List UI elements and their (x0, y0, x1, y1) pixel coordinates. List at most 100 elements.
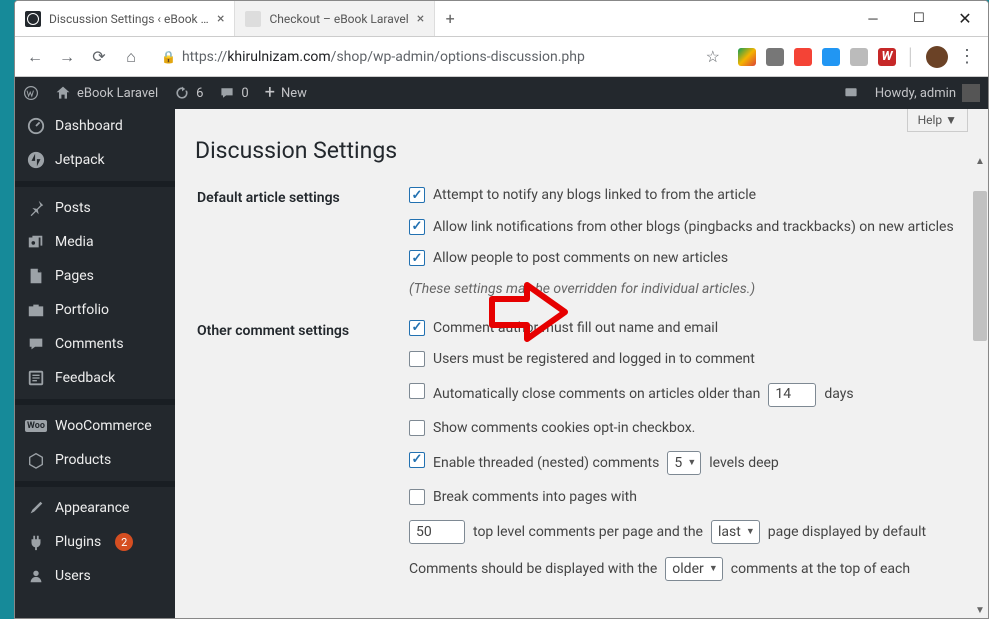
site-favicon (245, 11, 261, 27)
sidebar-item-portfolio[interactable]: Portfolio (15, 293, 175, 327)
media-icon (27, 233, 45, 251)
section-heading: Default article settings (197, 186, 407, 317)
new-content-link[interactable]: + New (257, 77, 315, 109)
close-icon[interactable]: × (417, 11, 424, 27)
browser-tab-1[interactable]: Checkout – eBook Laravel × (235, 1, 435, 36)
updates-count: 6 (196, 86, 203, 101)
updates-link[interactable]: 6 (166, 77, 211, 109)
browser-tab-0[interactable]: Discussion Settings ‹ eBook Lara… × (15, 1, 235, 36)
section-heading: Other comment settings (197, 319, 407, 602)
extension-icons: W │ ⋮ (738, 46, 980, 68)
checkbox-require-name-email[interactable] (409, 320, 425, 336)
option-label: Attempt to notify any blogs linked to fr… (433, 186, 756, 206)
sidebar-item-pages[interactable]: Pages (15, 259, 175, 293)
sidebar-item-appearance[interactable]: Appearance (15, 491, 175, 525)
sidebar-item-label: Posts (55, 200, 91, 216)
help-tab[interactable]: Help ▼ (907, 109, 968, 132)
sidebar-item-plugins[interactable]: Plugins 2 (15, 525, 175, 559)
new-label: New (281, 86, 307, 101)
checkbox-auto-close[interactable] (409, 383, 425, 399)
titlebar: Discussion Settings ‹ eBook Lara… × Chec… (15, 1, 988, 37)
comments-icon (27, 335, 45, 353)
checkbox-threaded[interactable] (409, 452, 425, 468)
portfolio-icon (27, 301, 45, 319)
option-label: days (824, 382, 853, 407)
minimize-button[interactable]: ─ (850, 1, 896, 36)
page-content: eBook Laravel 6 0 + New Howdy, admin (15, 77, 988, 618)
profile-avatar[interactable] (926, 46, 948, 68)
site-name: eBook Laravel (77, 86, 158, 101)
sidebar-item-woocommerce[interactable]: Woo WooCommerce (15, 409, 175, 443)
close-icon[interactable]: × (217, 11, 224, 27)
google-drive-icon[interactable] (738, 48, 756, 66)
comments-count: 0 (241, 86, 248, 101)
checkbox-allow-comments[interactable] (409, 250, 425, 266)
extension-icon[interactable] (794, 48, 812, 66)
sidebar-item-feedback[interactable]: Feedback (15, 361, 175, 395)
window-controls: ─ ☐ ✕ (850, 1, 988, 36)
option-row: Allow link notifications from other blog… (409, 218, 966, 238)
checkbox-notify-blogs[interactable] (409, 187, 425, 203)
vertical-scrollbar[interactable]: ▲ ▼ (972, 153, 988, 618)
wp-logo[interactable] (15, 77, 47, 109)
scroll-down-icon[interactable]: ▼ (972, 602, 988, 618)
sidebar-item-dashboard[interactable]: Dashboard (15, 109, 175, 143)
checkbox-require-registration[interactable] (409, 351, 425, 367)
checkbox-paginate[interactable] (409, 489, 425, 505)
wp-admin-bar: eBook Laravel 6 0 + New Howdy, admin (15, 77, 988, 109)
extension-icon[interactable]: W (878, 48, 896, 66)
browser-menu-icon[interactable]: ⋮ (958, 46, 976, 67)
site-link[interactable]: eBook Laravel (47, 77, 166, 109)
sidebar-item-label: Comments (55, 336, 124, 352)
camera-icon[interactable] (766, 48, 784, 66)
sidebar-item-label: Pages (55, 268, 94, 284)
option-label: Show comments cookies opt-in checkbox. (433, 419, 695, 439)
sidebar-item-label: Dashboard (55, 118, 123, 134)
levels-select[interactable]: 5 (667, 451, 701, 475)
close-window-button[interactable]: ✕ (942, 1, 988, 36)
option-row: Attempt to notify any blogs linked to fr… (409, 186, 966, 206)
main-content: Help ▼ Discussion Settings Default artic… (175, 109, 988, 618)
jetpack-icon (27, 151, 45, 169)
sidebar-item-label: Appearance (55, 500, 129, 516)
days-input[interactable]: 14 (768, 383, 816, 407)
scroll-up-icon[interactable]: ▲ (972, 153, 988, 169)
option-row: Show comments cookies opt-in checkbox. (409, 419, 966, 439)
scroll-thumb[interactable] (973, 191, 987, 341)
sidebar-item-products[interactable]: Products (15, 443, 175, 477)
comments-link[interactable]: 0 (211, 77, 256, 109)
checkbox-cookies-optin[interactable] (409, 420, 425, 436)
sidebar-item-comments[interactable]: Comments (15, 327, 175, 361)
sidebar-item-media[interactable]: Media (15, 225, 175, 259)
url-field[interactable]: 🔒 https://khirulnizam.com/shop/wp-admin/… (151, 42, 730, 72)
option-row: Break comments into pages with (409, 488, 966, 508)
howdy-text: Howdy, admin (875, 86, 956, 101)
per-page-input[interactable]: 50 (409, 520, 465, 544)
reload-button[interactable]: ⟳ (87, 45, 111, 69)
address-bar: ← → ⟳ ⌂ 🔒 https://khirulnizam.com/shop/w… (15, 37, 988, 77)
option-label: comments at the top of each (731, 557, 910, 582)
forward-button[interactable]: → (55, 45, 79, 69)
comment-order-select[interactable]: older (665, 557, 722, 581)
home-button[interactable]: ⌂ (119, 45, 143, 69)
option-label: Users must be registered and logged in t… (433, 350, 755, 370)
sidebar-item-jetpack[interactable]: Jetpack (15, 143, 175, 177)
bookmark-star-icon[interactable]: ☆ (706, 47, 720, 66)
howdy-link[interactable]: Howdy, admin (867, 77, 988, 109)
sidebar-item-posts[interactable]: Posts (15, 191, 175, 225)
notification-icon[interactable] (835, 77, 867, 109)
option-row: Enable threaded (nested) comments 5 leve… (409, 451, 966, 476)
sidebar-item-users[interactable]: Users (15, 559, 175, 593)
extension-icon[interactable] (850, 48, 868, 66)
option-label: Enable threaded (nested) comments (433, 451, 659, 476)
products-icon (27, 451, 45, 469)
back-button[interactable]: ← (23, 45, 47, 69)
option-row: Automatically close comments on articles… (409, 382, 966, 407)
checkbox-allow-pingbacks[interactable] (409, 219, 425, 235)
extension-icon[interactable] (822, 48, 840, 66)
page-order-select[interactable]: last (711, 520, 760, 544)
sidebar-item-label: Portfolio (55, 302, 109, 318)
new-tab-button[interactable]: + (435, 1, 465, 36)
sidebar-separator (15, 399, 175, 405)
maximize-button[interactable]: ☐ (896, 1, 942, 36)
